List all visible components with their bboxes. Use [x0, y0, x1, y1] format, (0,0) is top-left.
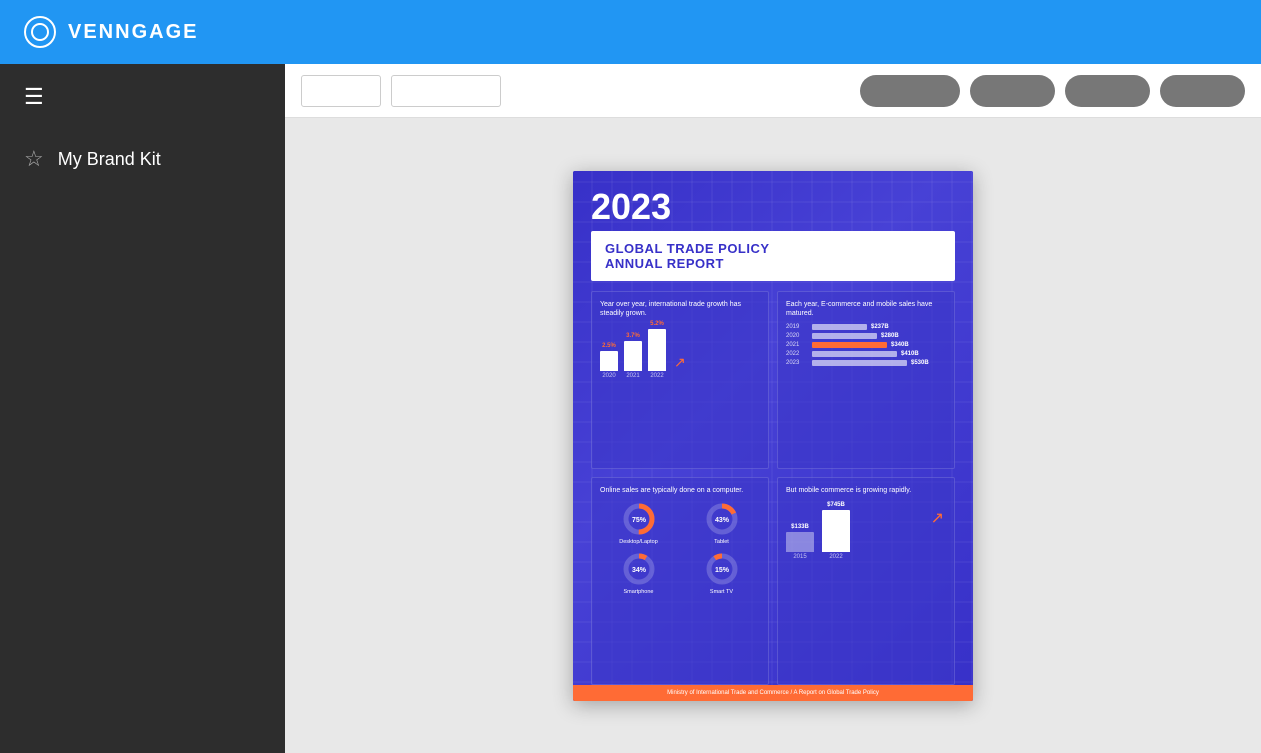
- donut-label-4: Smart TV: [710, 589, 733, 595]
- donut-svg-1: 75%: [621, 501, 657, 537]
- main-layout: ☰ ☆ My Brand Kit 2023: [0, 64, 1261, 753]
- growth-arrow-icon: ↗: [931, 508, 944, 528]
- donut-item-1: 75% Desktop/Laptop: [600, 501, 677, 545]
- bar-label-top-3: 5.2%: [650, 321, 664, 327]
- toolbar-input-2[interactable]: [391, 75, 501, 107]
- year-label: 2023: [591, 189, 955, 225]
- bar-chart-section: Year over year, international trade grow…: [591, 291, 769, 469]
- growth-val-2: $745B: [827, 502, 845, 508]
- infographic-content: 2023 GLOBAL TRADE POLICY ANNUAL REPORT Y…: [573, 171, 973, 701]
- donut-svg-4: 15%: [704, 551, 740, 587]
- sidebar: ☰ ☆ My Brand Kit: [0, 64, 285, 753]
- hbar-row-5: 2023 $530B: [786, 360, 946, 366]
- donut-chart-section: Online sales are typically done on a com…: [591, 477, 769, 685]
- bar-chart-title: Year over year, international trade grow…: [600, 300, 760, 318]
- svg-text:43%: 43%: [714, 517, 729, 524]
- trend-arrow-icon: ↗: [674, 354, 686, 371]
- donut-wrap-4: 15%: [704, 551, 740, 587]
- infographic-footer: Ministry of International Trade and Comm…: [573, 685, 973, 701]
- svg-text:75%: 75%: [631, 517, 646, 524]
- bar-group-2: 3.7% 2021: [624, 333, 642, 379]
- growth-bar-2: [822, 510, 850, 552]
- bar-group-1: 2.5% 2020: [600, 343, 618, 379]
- growth-chart-title: But mobile commerce is growing rapidly.: [786, 486, 946, 495]
- bar-year-3: 2022: [650, 373, 663, 379]
- bar-year-2: 2021: [626, 373, 639, 379]
- top-navigation: VENNGAGE: [0, 0, 1261, 64]
- bar-label-top-1: 2.5%: [602, 343, 616, 349]
- bar-chart-area: 2.5% 2020 3.7% 2021 5.: [600, 324, 760, 379]
- hbar-bar-4: [812, 351, 897, 357]
- toolbar-input-1[interactable]: [301, 75, 381, 107]
- bar-3: [648, 329, 666, 371]
- toolbar-button-2[interactable]: [970, 75, 1055, 107]
- svg-text:15%: 15%: [714, 567, 729, 574]
- hbar-row-3: 2021 $340B: [786, 342, 946, 348]
- title-line2: ANNUAL REPORT: [605, 256, 941, 271]
- hbar-bar-1: [812, 324, 867, 330]
- logo-inner-circle: [31, 23, 49, 41]
- app-name: VENNGAGE: [68, 21, 198, 44]
- bar-year-1: 2020: [602, 373, 615, 379]
- growth-year-2: 2022: [829, 554, 842, 560]
- canvas-area: 2023 GLOBAL TRADE POLICY ANNUAL REPORT Y…: [285, 118, 1261, 753]
- growth-bar-wrap-2: $745B 2022: [822, 502, 850, 560]
- donut-item-2: 43% Tablet: [683, 501, 760, 545]
- toolbar-button-3[interactable]: [1065, 75, 1150, 107]
- bar-label-top-2: 3.7%: [626, 333, 640, 339]
- hbar-bar-5: [812, 360, 907, 366]
- hbar-chart-title: Each year, E-commerce and mobile sales h…: [786, 300, 946, 318]
- growth-values: $133B 2015 $745B 2022: [786, 505, 850, 560]
- data-sections: Year over year, international trade grow…: [591, 291, 955, 685]
- donut-label-3: Smartphone: [624, 589, 654, 595]
- donut-svg-2: 43%: [704, 501, 740, 537]
- donut-wrap-3: 34%: [621, 551, 657, 587]
- bar-group-3: 5.2% 2022: [648, 321, 666, 379]
- hbar-row-4: 2022 $410B: [786, 351, 946, 357]
- svg-text:34%: 34%: [631, 567, 646, 574]
- hbar-row-2: 2020 $280B: [786, 333, 946, 339]
- donut-label-2: Tablet: [714, 539, 729, 545]
- star-icon: ☆: [24, 146, 44, 172]
- donut-chart-title: Online sales are typically done on a com…: [600, 486, 760, 495]
- sidebar-item-brand-kit[interactable]: ☆ My Brand Kit: [0, 130, 285, 188]
- main-content: 2023 GLOBAL TRADE POLICY ANNUAL REPORT Y…: [285, 64, 1261, 753]
- hbar-bar-2: [812, 333, 877, 339]
- donut-item-3: 34% Smartphone: [600, 551, 677, 595]
- growth-val-1: $133B: [791, 524, 809, 530]
- infographic-preview: 2023 GLOBAL TRADE POLICY ANNUAL REPORT Y…: [573, 171, 973, 701]
- logo-icon: [24, 16, 56, 48]
- growth-chart-section: But mobile commerce is growing rapidly. …: [777, 477, 955, 685]
- donut-item-4: 15% Smart TV: [683, 551, 760, 595]
- toolbar: [285, 64, 1261, 118]
- title-line1: GLOBAL TRADE POLICY: [605, 241, 941, 256]
- donut-wrap-1: 75%: [621, 501, 657, 537]
- growth-chart: ↗ $133B 2015 $745B: [786, 501, 946, 560]
- growth-year-1: 2015: [793, 554, 806, 560]
- toolbar-button-4[interactable]: [1160, 75, 1245, 107]
- donut-grid: 75% Desktop/Laptop: [600, 501, 760, 595]
- bar-1: [600, 351, 618, 371]
- donut-svg-3: 34%: [621, 551, 657, 587]
- hbar-bar-3: [812, 342, 887, 348]
- menu-icon[interactable]: ☰: [0, 64, 285, 130]
- footer-text: Ministry of International Trade and Comm…: [591, 690, 955, 696]
- brand-kit-label: My Brand Kit: [58, 149, 161, 170]
- growth-bar-1: [786, 532, 814, 552]
- title-box: GLOBAL TRADE POLICY ANNUAL REPORT: [591, 231, 955, 281]
- bar-2: [624, 341, 642, 371]
- donut-label-1: Desktop/Laptop: [619, 539, 658, 545]
- growth-bar-wrap-1: $133B 2015: [786, 524, 814, 560]
- hbar-chart-section: Each year, E-commerce and mobile sales h…: [777, 291, 955, 469]
- donut-wrap-2: 43%: [704, 501, 740, 537]
- toolbar-button-1[interactable]: [860, 75, 960, 107]
- hbar-row-1: 2019 $237B: [786, 324, 946, 330]
- hbar-chart: 2019 $237B 2020 $280B: [786, 324, 946, 366]
